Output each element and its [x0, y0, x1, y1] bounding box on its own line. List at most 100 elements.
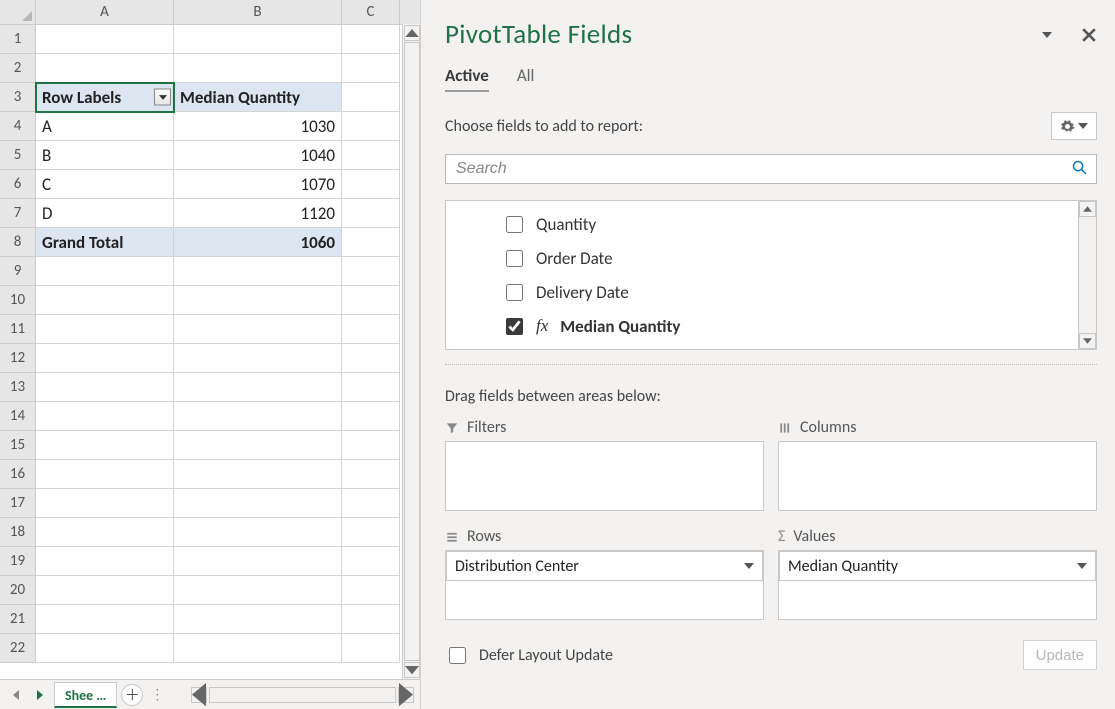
row-header[interactable]: 20 — [0, 576, 36, 605]
cell[interactable] — [342, 402, 400, 431]
field-checkbox[interactable] — [506, 216, 523, 233]
cell[interactable]: A — [36, 112, 174, 141]
cell[interactable] — [342, 315, 400, 344]
cell[interactable] — [342, 170, 400, 199]
row-header[interactable]: 12 — [0, 344, 36, 373]
row-header[interactable]: 1 — [0, 25, 36, 54]
column-header-C[interactable]: C — [342, 0, 400, 24]
sheet-nav-prev[interactable] — [6, 684, 26, 706]
cell[interactable] — [342, 25, 400, 54]
cell[interactable] — [174, 431, 342, 460]
cell[interactable] — [36, 373, 174, 402]
field-checkbox[interactable] — [506, 284, 523, 301]
hscroll-track[interactable] — [209, 687, 396, 703]
horizontal-scrollbar[interactable] — [191, 687, 414, 703]
row-header[interactable]: 18 — [0, 518, 36, 547]
cell[interactable] — [342, 112, 400, 141]
field-checkbox[interactable] — [506, 318, 523, 335]
vertical-scrollbar[interactable] — [402, 24, 420, 679]
row-header[interactable]: 17 — [0, 489, 36, 518]
cell[interactable] — [36, 315, 174, 344]
cell[interactable] — [36, 518, 174, 547]
tab-active[interactable]: Active — [445, 65, 489, 92]
field-search[interactable] — [445, 154, 1097, 184]
select-all-corner[interactable] — [0, 0, 36, 24]
cell[interactable] — [342, 489, 400, 518]
defer-layout-update[interactable]: Defer Layout Update — [445, 644, 613, 667]
column-header-A[interactable]: A — [36, 0, 174, 24]
fields-options-button[interactable] — [1051, 112, 1097, 140]
cell[interactable] — [342, 286, 400, 315]
rows-dropzone[interactable]: Distribution Center — [445, 550, 764, 620]
cell[interactable] — [342, 199, 400, 228]
cell[interactable] — [342, 460, 400, 489]
cell[interactable] — [174, 286, 342, 315]
search-input[interactable] — [454, 159, 1071, 179]
row-header[interactable]: 11 — [0, 315, 36, 344]
cell[interactable] — [36, 286, 174, 315]
cell[interactable] — [342, 605, 400, 634]
row-header[interactable]: 3 — [0, 83, 36, 112]
cell[interactable] — [36, 489, 174, 518]
field-item[interactable]: Order Date — [502, 241, 1068, 275]
cell[interactable] — [342, 228, 400, 257]
cell[interactable] — [174, 576, 342, 605]
cell[interactable] — [174, 315, 342, 344]
field-scroll-down[interactable] — [1079, 333, 1096, 349]
cell[interactable] — [174, 489, 342, 518]
row-header[interactable]: 19 — [0, 547, 36, 576]
pane-options-dropdown[interactable] — [1039, 27, 1055, 43]
row-header[interactable]: 21 — [0, 605, 36, 634]
cell[interactable] — [36, 547, 174, 576]
cell[interactable]: C — [36, 170, 174, 199]
cell[interactable]: Row Labels — [36, 83, 174, 112]
sheet-nav-next[interactable] — [30, 684, 50, 706]
cell[interactable] — [342, 344, 400, 373]
cell[interactable] — [342, 431, 400, 460]
cell[interactable] — [36, 25, 174, 54]
scroll-down-button[interactable] — [404, 662, 420, 678]
sheet-tab-active[interactable]: Shee … — [54, 682, 117, 708]
cell[interactable] — [36, 576, 174, 605]
cell[interactable] — [36, 344, 174, 373]
pivot-filter-button[interactable] — [154, 89, 171, 106]
cell[interactable] — [342, 373, 400, 402]
rows-chip[interactable]: Distribution Center — [446, 551, 763, 581]
values-chip[interactable]: Median Quantity — [779, 551, 1096, 581]
row-header[interactable]: 14 — [0, 402, 36, 431]
cell[interactable] — [342, 518, 400, 547]
cell[interactable] — [342, 576, 400, 605]
row-header[interactable]: 5 — [0, 141, 36, 170]
add-sheet-button[interactable]: ＋ — [121, 684, 143, 706]
cell[interactable]: 1070 — [174, 170, 342, 199]
cell[interactable]: D — [36, 199, 174, 228]
row-header[interactable]: 10 — [0, 286, 36, 315]
cell[interactable] — [174, 25, 342, 54]
cell[interactable] — [342, 257, 400, 286]
defer-checkbox[interactable] — [449, 647, 466, 664]
cell[interactable] — [342, 54, 400, 83]
update-button[interactable]: Update — [1023, 640, 1097, 670]
field-checkbox[interactable] — [506, 250, 523, 267]
sheet-tab-menu[interactable]: ⋮ — [147, 684, 167, 706]
close-icon[interactable] — [1081, 27, 1097, 43]
cell[interactable] — [174, 518, 342, 547]
cell[interactable] — [342, 141, 400, 170]
tab-all[interactable]: All — [517, 65, 535, 92]
cell[interactable] — [342, 547, 400, 576]
row-header[interactable]: 15 — [0, 431, 36, 460]
field-list-scrollbar[interactable] — [1078, 201, 1096, 349]
cell[interactable] — [36, 634, 174, 663]
cell[interactable]: 1040 — [174, 141, 342, 170]
field-item[interactable]: Quantity — [502, 207, 1068, 241]
cell[interactable]: Median Quantity — [174, 83, 342, 112]
row-header[interactable]: 6 — [0, 170, 36, 199]
scroll-up-button[interactable] — [404, 25, 420, 41]
columns-dropzone[interactable] — [778, 441, 1097, 511]
cell[interactable] — [342, 634, 400, 663]
cell[interactable] — [36, 605, 174, 634]
cell[interactable] — [342, 83, 400, 112]
cell[interactable] — [174, 373, 342, 402]
cell[interactable] — [36, 431, 174, 460]
row-header[interactable]: 22 — [0, 634, 36, 663]
